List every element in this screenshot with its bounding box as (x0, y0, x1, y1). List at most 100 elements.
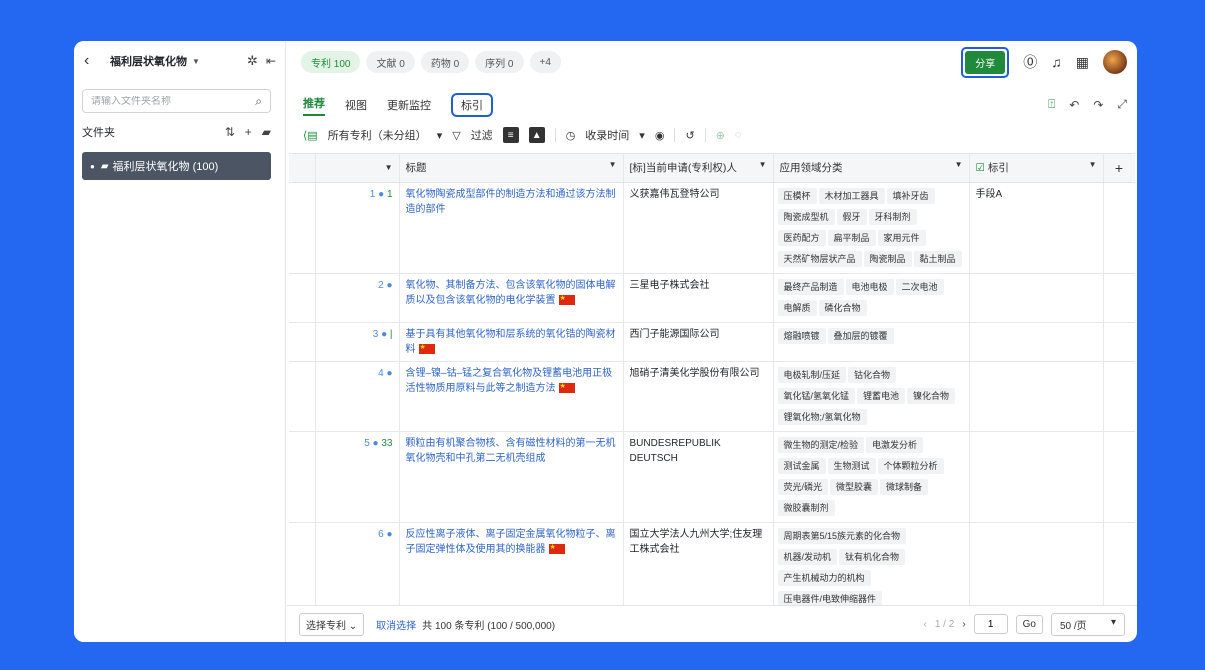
field-tag[interactable]: 陶瓷成型机 (777, 208, 835, 225)
eye-icon[interactable]: ◉ (655, 129, 665, 142)
chevron-left-icon[interactable]: ‹ (84, 52, 102, 70)
add-folder-icon[interactable]: + (245, 125, 252, 139)
field-tag[interactable]: 天然矿物层状产品 (777, 250, 862, 267)
tab-indexing[interactable]: 标引 (451, 93, 493, 117)
field-tag[interactable]: 压模杯 (777, 187, 817, 204)
tag-cell[interactable] (969, 273, 1104, 323)
tag-cell[interactable] (969, 322, 1104, 362)
search-icon[interactable]: ⌕ (255, 94, 262, 109)
patent-title-text[interactable]: 基于具有其他氧化物和层系统的氧化锆的陶瓷材料 (406, 329, 616, 355)
caret-down-icon[interactable]: ▼ (759, 160, 767, 169)
caret-down-icon[interactable]: ▼ (385, 163, 393, 172)
row-checkbox[interactable] (289, 522, 316, 605)
folder-settings-icon[interactable]: ▰ (262, 125, 271, 139)
field-tag[interactable]: 氧化锰/氢氧化锰 (777, 387, 856, 404)
patent-title-text[interactable]: 氧化物陶瓷成型部件的制造方法和通过该方法制造的部件 (406, 189, 616, 215)
ai-search-icon[interactable]: ◌ (735, 129, 742, 141)
field-tag[interactable]: 假牙 (836, 208, 867, 225)
sort-dropdown[interactable]: 收录时间 (585, 127, 629, 143)
undo-icon[interactable]: ↶ (1069, 98, 1079, 112)
field-tag[interactable]: 扁平制品 (827, 229, 876, 246)
patent-title[interactable]: 氧化物陶瓷成型部件的制造方法和通过该方法制造的部件 (399, 182, 624, 274)
field-tag[interactable]: 锂氧化物;/氢氧化物 (777, 408, 867, 425)
share-button[interactable]: 分享 (965, 50, 1006, 74)
redo-icon[interactable]: ↷ (1093, 98, 1103, 112)
patent-title[interactable]: 颗粒由有机聚合物核、含有磁性材料的第一无机氧化物壳和中孔第二无机壳组成 (399, 431, 624, 523)
sidebar-item-folder[interactable]: ● ▰ 福利层状氧化物 (100) (82, 152, 271, 180)
export-icon[interactable]: ⍐ (1048, 97, 1055, 112)
caret-down-icon[interactable]: ▼ (1089, 160, 1097, 169)
field-tag[interactable]: 机器/发动机 (777, 548, 838, 565)
patent-title-text[interactable]: 含锂–镍–钴–锰之复合氧化物及锂蓄电池用正极活性物质用原料与此等之制造方法 (406, 368, 613, 394)
tab-drugs[interactable]: 药物 0 (420, 51, 470, 73)
field-tag[interactable]: 牙科制剂 (868, 208, 917, 225)
field-tag[interactable]: 微型胶囊 (830, 478, 879, 495)
table-row[interactable]: 1 ● 1 氧化物陶瓷成型部件的制造方法和通过该方法制造的部件 义获嘉伟瓦登特公司压… (289, 182, 1135, 274)
field-tag[interactable]: 二次电池 (895, 278, 944, 295)
tab-view[interactable]: 视图 (345, 97, 367, 113)
select-patents-button[interactable]: 选择专利 ⌄ (299, 612, 365, 636)
field-tag[interactable]: 微球制备 (880, 478, 929, 495)
field-tag[interactable]: 熔融喷镀 (777, 327, 826, 344)
workspace-title[interactable]: 福利层状氧化物 (110, 53, 187, 69)
history-icon[interactable]: ↺ (685, 129, 694, 142)
tag-cell[interactable]: 手段A (969, 182, 1104, 274)
group-dropdown[interactable]: 所有专利（未分组） (328, 127, 427, 143)
row-checkbox[interactable] (289, 273, 316, 323)
row-checkbox[interactable] (289, 182, 316, 274)
header-applicant[interactable]: [标]当前申请(专利权)人 ▼ (623, 154, 774, 183)
field-tag[interactable]: 钴化合物 (848, 366, 897, 383)
caret-down-icon[interactable]: ▼ (609, 160, 617, 169)
tag-cell[interactable] (969, 431, 1104, 523)
add-column-button[interactable]: + (1103, 154, 1135, 183)
field-tag[interactable]: 产生机械动力的机构 (777, 569, 871, 586)
row-checkbox[interactable] (289, 361, 316, 432)
tag-cell[interactable] (969, 522, 1104, 605)
table-row[interactable]: 3 ● |基于具有其他氧化物和层系统的氧化锆的陶瓷材料西门子能源国际公司熔融喷镀… (289, 322, 1135, 362)
header-tag[interactable]: ☑ 标引 ▼ (969, 154, 1104, 183)
caret-down-icon[interactable]: ▾ (437, 129, 443, 142)
fullscreen-icon[interactable]: ⤢ (1117, 97, 1127, 112)
patent-title-text[interactable]: 氧化物、其制备方法、包含该氧化物的固体电解质以及包含该氧化物的电化学装置 (406, 280, 616, 306)
sort-icon[interactable]: ⇅ (225, 125, 235, 139)
settings-icon[interactable]: ✲ (247, 53, 258, 69)
image-view-icon[interactable]: ▲ (528, 127, 545, 143)
table-row[interactable]: 6 ● 反应性离子液体、离子固定金属氧化物粒子、离子固定弹性体及使用其的换能器国… (289, 522, 1135, 605)
field-tag[interactable]: 周期表第5/15族元素的化合物 (777, 527, 907, 544)
sort-clock-icon[interactable]: ◷ (566, 129, 576, 142)
filter-icon[interactable]: ▽ (452, 129, 460, 142)
header-title[interactable]: 标题 ▼ (399, 154, 624, 183)
caret-down-icon[interactable]: ▾ (639, 129, 645, 142)
table-row[interactable]: 5 ● 33 颗粒由有机聚合物核、含有磁性材料的第一无机氧化物壳和中孔第二无机壳组… (289, 431, 1135, 523)
field-tag[interactable]: 磷化合物 (818, 299, 867, 316)
field-tag[interactable]: 钛有机化合物 (839, 548, 906, 565)
collapse-sidebar-icon[interactable]: ⇤ (266, 54, 276, 68)
prev-page-icon[interactable]: ‹ (924, 619, 927, 630)
field-tag[interactable]: 叠加层的镀覆 (827, 327, 894, 344)
bell-icon[interactable]: ♫ (1051, 54, 1062, 70)
field-tag[interactable]: 陶瓷制品 (863, 250, 912, 267)
field-tag[interactable]: 测试金属 (777, 457, 826, 474)
field-tag[interactable]: 微胶囊制剂 (777, 499, 835, 516)
next-page-icon[interactable]: › (962, 619, 965, 630)
header-field[interactable]: 应用领域分类 ▼ (773, 154, 970, 183)
field-tag[interactable]: 电激发分析 (866, 436, 924, 453)
field-tag[interactable]: 电池电极 (845, 278, 894, 295)
field-tag[interactable]: 医药配方 (777, 229, 826, 246)
tab-patents[interactable]: 专利 100 (301, 51, 361, 73)
patent-title[interactable]: 反应性离子液体、离子固定金属氧化物粒子、离子固定弹性体及使用其的换能器 (399, 522, 624, 605)
caret-down-icon[interactable]: ▼ (192, 57, 200, 66)
caret-down-icon[interactable]: ▼ (955, 160, 963, 169)
field-tag[interactable]: 微生物的测定/检验 (777, 436, 865, 453)
field-tag[interactable]: 锂蓄电池 (857, 387, 906, 404)
row-checkbox[interactable] (289, 322, 316, 362)
help-icon[interactable]: ⓪ (1023, 52, 1037, 72)
field-tag[interactable]: 压电器件/电致伸缩器件 (777, 590, 883, 605)
patent-title[interactable]: 基于具有其他氧化物和层系统的氧化锆的陶瓷材料 (399, 322, 624, 362)
patent-title-text[interactable]: 反应性离子液体、离子固定金属氧化物粒子、离子固定弹性体及使用其的换能器 (406, 529, 616, 555)
field-tag[interactable]: 黏土制品 (913, 250, 962, 267)
table-row[interactable]: 4 ● 含锂–镍–钴–锰之复合氧化物及锂蓄电池用正极活性物质用原料与此等之制造方… (289, 361, 1135, 432)
field-tag[interactable]: 最终产品制造 (777, 278, 844, 295)
field-tag[interactable]: 个体颗粒分析 (877, 457, 944, 474)
folder-search-input[interactable] (91, 95, 241, 107)
